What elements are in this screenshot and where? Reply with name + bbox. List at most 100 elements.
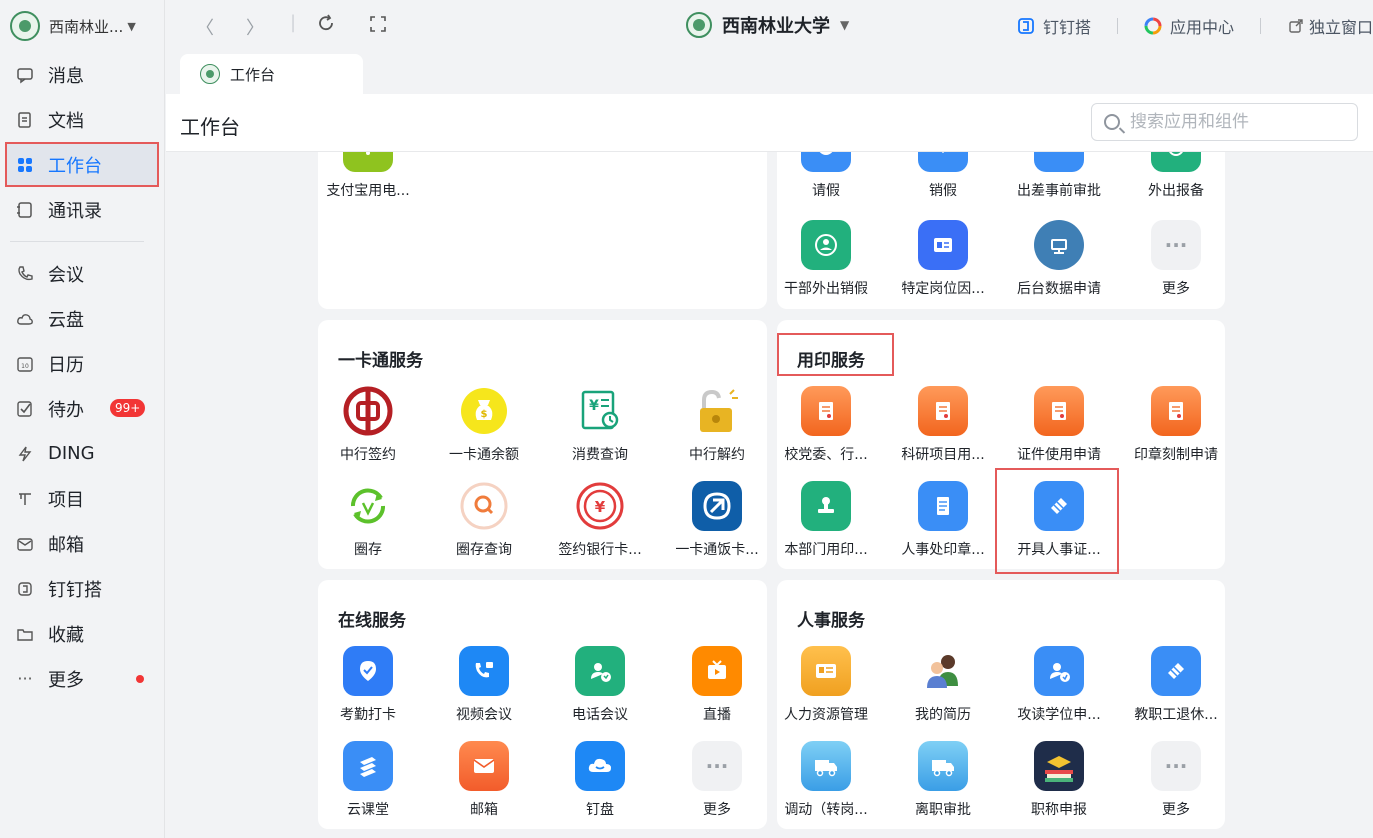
sidebar-item-label: 日历 xyxy=(48,354,84,376)
dingtalk-builder-link[interactable]: 钉钉搭 xyxy=(1017,14,1091,38)
app-tile[interactable]: 后台数据申请 xyxy=(1001,220,1117,298)
app-label: 一卡通余额 xyxy=(449,447,519,463)
app-tile[interactable]: 邮箱 xyxy=(426,741,542,819)
app-label: 特定岗位因... xyxy=(901,281,985,297)
sidebar-item-favorites[interactable]: 收藏 xyxy=(0,611,164,656)
sidebar-item-calendar[interactable]: 10 日历 xyxy=(0,341,164,386)
app-tile[interactable]: 人事处印章... xyxy=(885,481,1001,559)
special-post-icon xyxy=(918,220,968,270)
app-tile[interactable]: 钉盘 xyxy=(542,741,658,819)
app-tile[interactable]: 视频会议 xyxy=(426,646,542,724)
app-tile[interactable]: 外出报备 xyxy=(1118,152,1234,200)
app-tile[interactable]: ··· 更多 xyxy=(1118,741,1234,819)
app-tile[interactable]: ¥ 签约银行卡... xyxy=(542,481,658,559)
refresh-icon[interactable] xyxy=(316,13,336,38)
app-label: 人力资源管理 xyxy=(784,707,868,723)
ding-drive-icon xyxy=(575,741,625,791)
app-tile[interactable]: 职称申报 xyxy=(1001,741,1117,819)
app-tile[interactable]: ··· 更多 xyxy=(1118,220,1234,298)
notification-dot xyxy=(136,675,144,683)
app-center-link[interactable]: 应用中心 xyxy=(1144,14,1234,38)
search-box[interactable] xyxy=(1091,103,1358,141)
app-label: 更多 xyxy=(1162,281,1190,297)
app-tile[interactable]: 考勤打卡 xyxy=(310,646,426,724)
calendar-icon: 10 xyxy=(14,353,36,375)
app-tile[interactable]: 直播 xyxy=(659,646,775,724)
app-tile[interactable]: 本部门用印... xyxy=(768,481,884,559)
app-label: 更多 xyxy=(1162,802,1190,818)
truck-icon xyxy=(918,741,968,791)
app-label: 销假 xyxy=(929,183,957,199)
sidebar-item-project[interactable]: 项目 xyxy=(0,476,164,521)
check-icon xyxy=(14,398,36,420)
app-center-label: 应用中心 xyxy=(1169,18,1234,37)
app-tile[interactable]: 电话会议 xyxy=(542,646,658,724)
app-tile[interactable]: 圈存 xyxy=(310,481,426,559)
forward-icon[interactable]: 〉 xyxy=(246,14,264,40)
app-tile[interactable]: 人力资源管理 xyxy=(768,646,884,724)
app-tile[interactable]: ··· 更多 xyxy=(659,741,775,819)
app-label: 职称申报 xyxy=(1031,802,1087,818)
business-trip-icon xyxy=(1034,152,1084,172)
sidebar-item-builder[interactable]: 钉钉搭 xyxy=(0,566,164,611)
org-title-switcher[interactable]: 西南林业大学 ▼ xyxy=(686,12,849,38)
sidebar-item-messages[interactable]: 消息 xyxy=(0,52,164,97)
app-tile[interactable]: 一卡通饭卡... xyxy=(659,481,775,559)
seal-document-icon xyxy=(1151,386,1201,436)
app-tile[interactable]: 特定岗位因... xyxy=(885,220,1001,298)
sidebar-item-mail[interactable]: 邮箱 xyxy=(0,521,164,566)
org-switcher[interactable]: 西南林业... ▼ xyxy=(0,0,164,52)
app-tile[interactable]: 出差事前审批 xyxy=(1001,152,1117,200)
app-tile[interactable]: 攻读学位申... xyxy=(1001,646,1117,724)
app-label: 邮箱 xyxy=(470,802,498,818)
standalone-window-link[interactable]: 独立窗口 xyxy=(1287,14,1373,38)
app-label: 考勤打卡 xyxy=(340,707,396,723)
bank-of-china-icon xyxy=(343,386,393,436)
app-tile[interactable]: 教职工退休... xyxy=(1118,646,1234,724)
app-tile[interactable]: 销假 xyxy=(885,152,1001,200)
search-input[interactable] xyxy=(1130,112,1350,132)
sidebar-item-ding[interactable]: DING xyxy=(0,431,164,476)
tab-workbench[interactable]: 工作台 xyxy=(180,54,363,94)
video-call-icon xyxy=(459,646,509,696)
sidebar-item-workbench[interactable]: 工作台 xyxy=(5,142,159,187)
app-tile[interactable]: 中行签约 xyxy=(310,386,426,464)
resume-people-icon xyxy=(918,646,968,696)
sidebar-item-cloud[interactable]: 云盘 xyxy=(0,296,164,341)
app-tile[interactable]: 科研项目用... xyxy=(885,386,1001,464)
app-label: 圈存 xyxy=(354,542,382,558)
section-card-campus-card: 一卡通服务 中行签约 $ 一卡通余额 ¥ 消费查询 中行解约 圈存 圈存查询 ¥… xyxy=(318,320,767,569)
mail-icon xyxy=(459,741,509,791)
sidebar-item-label: 消息 xyxy=(48,65,84,87)
app-tile[interactable]: 证件使用申请 xyxy=(1001,386,1117,464)
app-tile[interactable]: 校党委、行... xyxy=(768,386,884,464)
app-tile[interactable]: 调动（转岗... xyxy=(768,741,884,819)
section-title: 一卡通服务 xyxy=(338,351,423,371)
grid-icon xyxy=(14,154,36,176)
fullscreen-icon[interactable] xyxy=(369,15,387,38)
builder-icon xyxy=(14,578,36,600)
sidebar-item-meeting[interactable]: 会议 xyxy=(0,251,164,296)
app-tile[interactable]: 云课堂 xyxy=(310,741,426,819)
app-tile[interactable]: 印章刻制申请 xyxy=(1118,386,1234,464)
app-tile[interactable]: 干部外出销假 xyxy=(768,220,884,298)
app-tile[interactable]: 请假 xyxy=(768,152,884,200)
sidebar-item-contacts[interactable]: 通讯录 xyxy=(0,187,164,232)
app-label: 电话会议 xyxy=(572,707,628,723)
back-icon[interactable]: 〈 xyxy=(196,14,214,40)
seal-document-icon xyxy=(801,386,851,436)
sidebar-item-todo[interactable]: 待办 99+ xyxy=(0,386,164,431)
transfer-icon xyxy=(343,481,393,531)
sidebar-item-docs[interactable]: 文档 xyxy=(0,97,164,142)
app-tile[interactable]: 支付宝用电... xyxy=(310,152,426,200)
app-tile[interactable]: 中行解约 xyxy=(659,386,775,464)
app-label: 离职审批 xyxy=(915,802,971,818)
app-tile[interactable]: 离职审批 xyxy=(885,741,1001,819)
app-tile[interactable]: 圈存查询 xyxy=(426,481,542,559)
app-tile[interactable]: ¥ 消费查询 xyxy=(542,386,658,464)
app-tile[interactable]: 我的简历 xyxy=(885,646,1001,724)
app-tile[interactable]: $ 一卡通余额 xyxy=(426,386,542,464)
outing-report-icon xyxy=(1151,152,1201,172)
sidebar-item-more[interactable]: ··· 更多 xyxy=(0,656,164,701)
workbench-content: 支付宝用电... 请假 销假 出差事前审批 外出报备 干部外出销假 特定岗位因.… xyxy=(166,152,1373,838)
